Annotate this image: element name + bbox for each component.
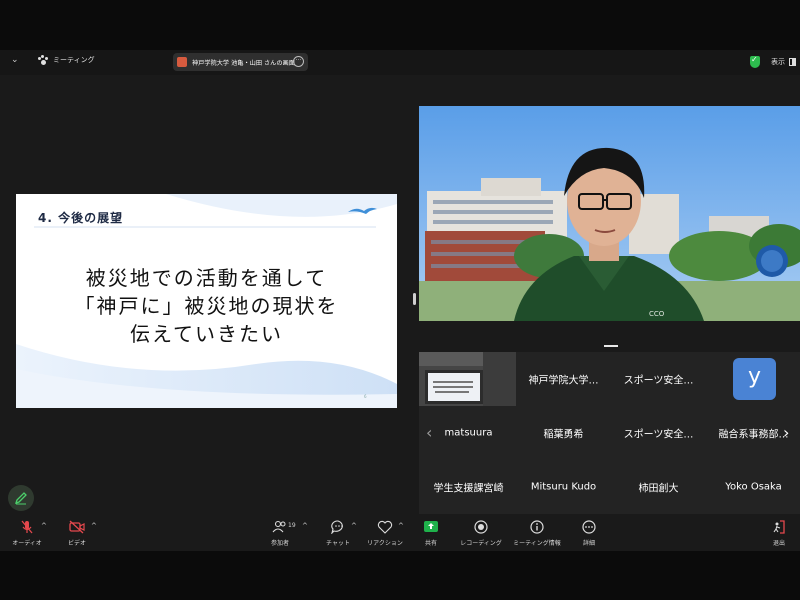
slide-page-number: 6 — [364, 394, 367, 399]
bottom-black-bar — [0, 551, 800, 600]
slide-body: 被災地での活動を通して 「神戸に」被災地の現状を 伝えていきたい — [16, 264, 397, 348]
video-button[interactable]: ビデオ — [66, 519, 88, 547]
share-button[interactable]: 共有 — [421, 519, 441, 547]
chat-options-caret-icon[interactable]: ^ — [351, 522, 357, 530]
record-icon — [474, 520, 488, 534]
slide-line-3: 伝えていきたい — [130, 322, 283, 346]
participant-name: スポーツ安全… — [623, 375, 694, 387]
meeting-info-button[interactable]: ミーティング情報 — [511, 519, 563, 547]
participant-name: 学生支援課宮崎 — [433, 483, 504, 495]
info-icon — [530, 520, 544, 534]
participant-tile[interactable]: 神戸学院大学… — [516, 352, 611, 406]
video-options-caret-icon[interactable]: ^ — [91, 522, 97, 530]
meeting-label: ミーティング — [53, 56, 95, 64]
participant-tile[interactable]: スポーツ安全… — [611, 352, 706, 406]
chevron-left-icon[interactable]: ‹ — [426, 423, 432, 442]
participant-name: Mitsuru Kudo — [530, 481, 597, 493]
share-tab[interactable]: 神戸学院大学 池亀・山田 さんの画面 ··· — [173, 53, 308, 71]
more-button[interactable]: 詳細 — [579, 519, 599, 547]
video-off-icon — [69, 520, 85, 534]
svg-text:CCO: CCO — [649, 310, 665, 318]
title-bar — [0, 50, 800, 75]
heart-icon — [377, 520, 393, 534]
annotate-button[interactable] — [8, 485, 34, 511]
people-icon — [272, 520, 286, 533]
more-label: 詳細 — [582, 540, 595, 547]
leave-icon — [773, 520, 785, 534]
participant-name: 神戸学院大学… — [528, 375, 599, 387]
leave-label: 退出 — [772, 540, 785, 547]
participant-tile[interactable]: Yoko Osaka — [706, 460, 800, 514]
slide-line-2: 「神戸に」被災地の現状を — [74, 294, 339, 318]
audio-options-caret-icon[interactable]: ^ — [41, 522, 47, 530]
participant-name: 稲葉勇希 — [543, 429, 584, 441]
muted-mic-icon — [21, 520, 33, 534]
speaker-video[interactable]: CCO — [419, 106, 800, 321]
video-label: ビデオ — [67, 540, 86, 547]
participant-name: matsuura — [444, 427, 493, 439]
participants-options-caret-icon[interactable]: ^ — [302, 522, 308, 530]
participant-tile[interactable]: Mitsuru Kudo — [516, 460, 611, 514]
shield-icon[interactable] — [750, 55, 760, 68]
share-app-icon — [177, 57, 187, 67]
participants-count: 19 — [288, 522, 296, 529]
record-button[interactable]: レコーディング — [458, 519, 504, 547]
share-tab-title: 神戸学院大学 池亀・山田 さんの画面 — [192, 59, 295, 67]
paw-icon — [38, 55, 48, 65]
meeting-info-label: ミーティング情報 — [513, 540, 561, 547]
participant-thumbnail[interactable] — [419, 352, 516, 406]
panel-divider-handle[interactable] — [604, 345, 618, 347]
top-black-bar — [0, 0, 800, 50]
participant-name: Yoko Osaka — [725, 481, 782, 493]
meeting-menu[interactable]: ミーティング — [38, 55, 95, 65]
audio-label: オーディオ — [12, 540, 42, 547]
shared-slide: 4. 今後の展望 被災地での活動を通して 「神戸に」被災地の現状を 伝えていきた… — [16, 194, 397, 408]
participant-name: 柿田創大 — [638, 483, 679, 495]
split-drag-handle[interactable] — [413, 293, 416, 305]
chat-icon — [331, 520, 343, 534]
slide-title: 4. 今後の展望 — [38, 211, 124, 225]
chevron-right-icon[interactable]: › — [783, 423, 789, 442]
record-label: レコーディング — [460, 540, 502, 547]
participant-tile[interactable]: 学生支援課宮崎 — [421, 460, 516, 514]
chat-label: チャット — [326, 540, 350, 547]
more-options-icon[interactable]: ··· — [293, 56, 304, 67]
view-label[interactable]: 表示 — [771, 57, 785, 67]
slide-line-1: 被災地での活動を通して — [85, 266, 328, 290]
thumbnail-video — [419, 352, 516, 406]
participant-tile[interactable]: スポーツ安全… — [611, 406, 706, 460]
reactions-label: リアクション — [367, 540, 403, 547]
pencil-icon — [14, 492, 27, 505]
audio-button[interactable]: オーディオ — [10, 519, 44, 547]
participant-tile[interactable]: matsuura — [421, 406, 516, 460]
more-dots-icon — [582, 520, 596, 534]
participant-tile[interactable]: 稲葉勇希 — [516, 406, 611, 460]
participant-name: スポーツ安全… — [623, 429, 694, 441]
chat-button[interactable]: チャット — [324, 519, 352, 547]
reactions-options-caret-icon[interactable]: ^ — [398, 522, 404, 530]
share-label: 共有 — [424, 540, 437, 547]
chevron-down-icon[interactable]: ⌄ — [11, 55, 19, 65]
video-frame: CCO — [419, 106, 800, 321]
leave-button[interactable]: 退出 — [770, 519, 788, 547]
participants-label: 参加者 — [270, 540, 289, 547]
view-layout-icon[interactable] — [789, 58, 796, 66]
share-screen-icon — [424, 521, 438, 532]
participant-grid: 神戸学院大学… スポーツ安全… y matsuura 稲葉勇希 スポーツ安全… … — [419, 352, 800, 514]
participant-tile[interactable]: 柿田創大 — [611, 460, 706, 514]
participant-avatar[interactable]: y — [733, 358, 776, 400]
